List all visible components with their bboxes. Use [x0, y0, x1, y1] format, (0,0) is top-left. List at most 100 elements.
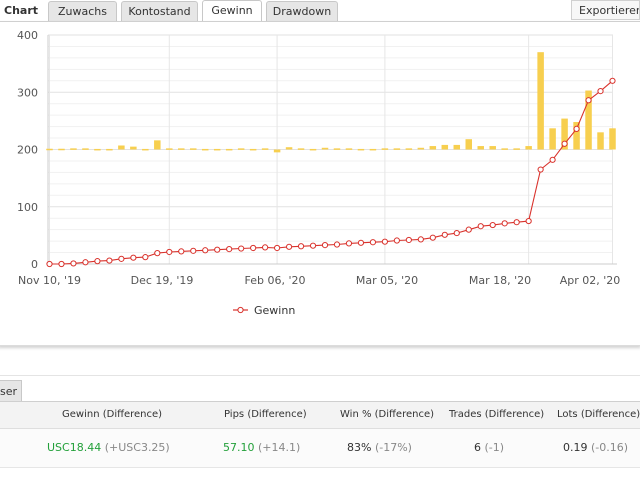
- gewinn-point: [405, 236, 412, 244]
- tab-lower[interactable]: ser: [0, 380, 22, 402]
- gewinn-point: [453, 229, 460, 237]
- bar: [82, 148, 89, 150]
- lots-diff: (-0.16): [591, 441, 629, 454]
- bar: [166, 148, 173, 150]
- pips-cell: 57.10 (+14.1): [223, 441, 300, 454]
- bar: [213, 148, 221, 151]
- bar: [525, 146, 532, 150]
- gewinn-point: [465, 226, 472, 233]
- bar: [225, 148, 233, 151]
- bar: [201, 148, 209, 151]
- gewinn-point: [142, 254, 149, 261]
- header-pips: Pips (Difference): [224, 409, 307, 420]
- pips-diff: (+14.1): [258, 441, 301, 454]
- bar: [417, 147, 425, 150]
- header-win: Win % (Difference): [340, 409, 434, 420]
- y-tick-label: 300: [17, 86, 38, 99]
- lots-cell: 0.19 (-0.16): [563, 441, 628, 454]
- gewinn-point: [609, 77, 616, 84]
- bar: [369, 148, 377, 151]
- win-diff: (-17%): [374, 441, 412, 454]
- bar: [142, 148, 149, 151]
- gewinn-point: [58, 260, 65, 268]
- header-trades: Trades (Difference): [449, 409, 545, 420]
- legend-label-gewinn[interactable]: Gewinn: [254, 304, 295, 317]
- gewinn-chart: 0 100 200 300 400 Nov 10, '19 Dec 19, '19 Feb …: [17, 29, 621, 317]
- x-tick-label: Apr 02, '20: [560, 274, 621, 287]
- bar: [70, 148, 77, 150]
- bar: [405, 148, 413, 150]
- gewinn-point: [597, 88, 604, 95]
- stats-header-row: Gewinn (Difference) Pips (Difference) Wi…: [0, 402, 640, 429]
- x-tick-label: Dec 19, '19: [131, 274, 194, 287]
- bar: [477, 146, 484, 150]
- gewinn-point: [154, 250, 161, 257]
- bar: [537, 52, 544, 150]
- bar: [357, 148, 365, 151]
- trades-value: 6: [474, 441, 481, 454]
- bar: [273, 149, 281, 153]
- bar: [46, 148, 53, 151]
- bar: [453, 144, 461, 150]
- bar: [501, 148, 508, 150]
- gewinn-point: [214, 246, 221, 253]
- gewinn-point: [585, 97, 592, 104]
- gewinn-point: [369, 239, 377, 246]
- gewinn-point: [501, 220, 508, 227]
- gewinn-point: [262, 244, 269, 251]
- bar: [178, 148, 185, 150]
- bar: [441, 144, 449, 150]
- section-divider: [0, 375, 640, 376]
- bar: [237, 148, 245, 150]
- bar: [513, 148, 520, 150]
- stats-data-row: USC18.44 (+USC3.25) 57.10 (+14.1) 83% (-…: [0, 429, 640, 468]
- header-gewinn: Gewinn (Difference): [62, 409, 163, 420]
- gewinn-point: [549, 156, 556, 163]
- bar: [381, 148, 389, 150]
- pips-value: 57.10: [223, 441, 255, 454]
- legend-marker: [237, 306, 244, 314]
- gewinn-point: [357, 239, 365, 246]
- bar: [297, 148, 305, 150]
- x-tick-label: Mar 05, '20: [356, 274, 418, 287]
- gewinn-point: [429, 234, 436, 241]
- x-tick-label: Mar 18, '20: [469, 274, 531, 287]
- gewinn-point: [381, 238, 389, 245]
- gewinn-point: [202, 247, 209, 254]
- header-lots: Lots (Difference): [557, 409, 640, 420]
- bar: [309, 148, 317, 151]
- y-tick-label: 200: [17, 144, 38, 157]
- gewinn-point: [393, 237, 400, 244]
- bar: [597, 132, 604, 150]
- gewinn-point: [285, 243, 293, 250]
- gewinn-point: [321, 242, 329, 249]
- bar: [261, 148, 269, 150]
- win-value: 83%: [347, 441, 372, 454]
- gewinn-point: [573, 125, 580, 132]
- gewinn-point: [82, 259, 89, 266]
- bar: [549, 128, 556, 150]
- y-tick-label: 400: [17, 29, 38, 42]
- x-tick-label: Feb 06, '20: [245, 274, 306, 287]
- bar: [106, 148, 113, 151]
- gewinn-point: [561, 140, 568, 147]
- gewinn-point: [297, 243, 305, 250]
- gewinn-point: [513, 219, 520, 226]
- gewinn-point: [190, 247, 197, 254]
- gewinn-point: [178, 248, 185, 255]
- gewinn-point: [118, 255, 125, 262]
- gewinn-point: [273, 244, 281, 252]
- bar: [393, 148, 401, 150]
- bar: [118, 145, 125, 150]
- gewinn-point: [345, 240, 353, 247]
- gewinn-point: [166, 248, 173, 256]
- trades-diff: (-1): [484, 441, 505, 454]
- gewinn-point: [309, 242, 317, 249]
- bar: [285, 147, 293, 150]
- gewinn-point: [525, 217, 532, 225]
- bar: [249, 148, 257, 151]
- bar: [465, 139, 473, 150]
- bar: [154, 140, 161, 150]
- gewinn-point: [106, 257, 113, 264]
- gewinn-point: [333, 241, 341, 248]
